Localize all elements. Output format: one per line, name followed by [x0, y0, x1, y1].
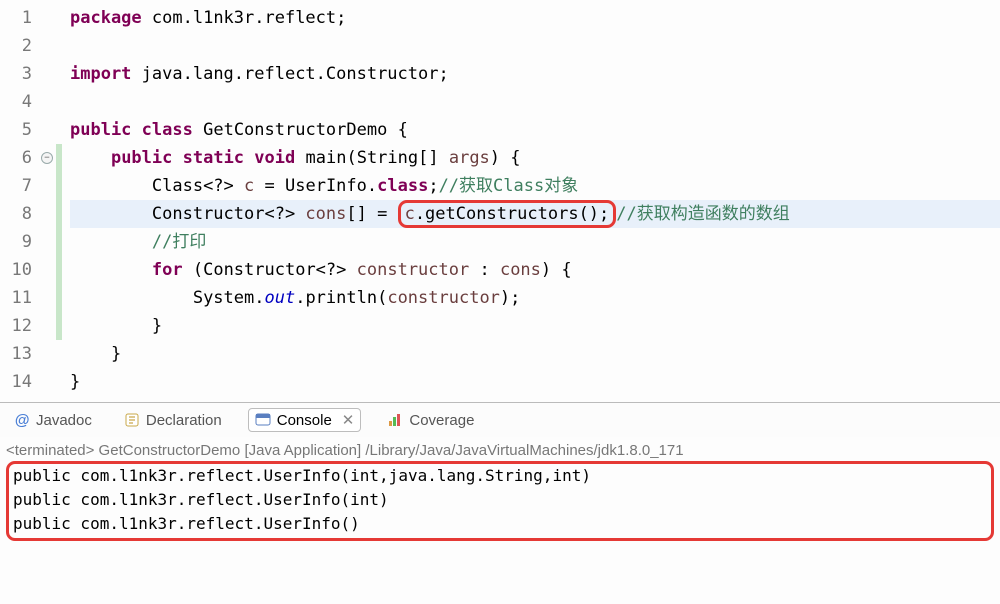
code-line — [70, 32, 1000, 60]
line-number: 5 — [0, 116, 32, 144]
line-number: 4 — [0, 88, 32, 116]
code-line: } — [70, 340, 1000, 368]
code-line: Class<?> c = UserInfo.class;//获取Class对象 — [70, 172, 1000, 200]
code-line: public class GetConstructorDemo { — [70, 116, 1000, 144]
line-number: 11 — [0, 284, 32, 312]
coverage-icon — [387, 412, 403, 428]
code-line: import java.lang.reflect.Constructor; — [70, 60, 1000, 88]
bottom-panel-tabs: @ Javadoc Declaration Console ✕ Coverage — [0, 403, 1000, 437]
line-number: 9 — [0, 228, 32, 256]
console-status: <terminated> GetConstructorDemo [Java Ap… — [6, 439, 994, 463]
console-panel[interactable]: <terminated> GetConstructorDemo [Java Ap… — [0, 437, 1000, 543]
code-editor[interactable]: 1 2 3 4 5 6 7 8 9 10 11 12 13 14 − packa… — [0, 0, 1000, 403]
declaration-icon — [124, 412, 140, 428]
code-line — [70, 88, 1000, 116]
coverage-gutter — [56, 4, 62, 396]
tab-declaration[interactable]: Declaration — [118, 410, 228, 431]
line-number-gutter: 1 2 3 4 5 6 7 8 9 10 11 12 13 14 — [0, 4, 42, 396]
code-line: //打印 — [70, 228, 1000, 256]
line-number: 8 — [0, 200, 32, 228]
tab-javadoc[interactable]: @ Javadoc — [8, 410, 98, 431]
code-area[interactable]: package com.l1nk3r.reflect; import java.… — [66, 4, 1000, 396]
tab-label: Javadoc — [36, 412, 92, 429]
code-line: package com.l1nk3r.reflect; — [70, 4, 1000, 32]
close-icon[interactable]: ✕ — [342, 411, 355, 429]
line-number: 1 — [0, 4, 32, 32]
code-line: public static void main(String[] args) { — [70, 144, 1000, 172]
console-line: public com.l1nk3r.reflect.UserInfo(int,j… — [13, 464, 987, 488]
code-line: System.out.println(constructor); — [70, 284, 1000, 312]
code-line: } — [70, 312, 1000, 340]
line-number: 12 — [0, 312, 32, 340]
tab-label: Coverage — [409, 412, 474, 429]
console-icon — [255, 412, 271, 428]
tab-console[interactable]: Console ✕ — [248, 408, 362, 432]
fold-toggle-icon[interactable]: − — [41, 152, 53, 164]
line-number: 2 — [0, 32, 32, 60]
line-number: 6 — [0, 144, 32, 172]
highlight-box-output: public com.l1nk3r.reflect.UserInfo(int,j… — [6, 461, 994, 541]
console-line: public com.l1nk3r.reflect.UserInfo(int) — [13, 488, 987, 512]
line-number: 13 — [0, 340, 32, 368]
highlight-box-getconstructors: c.getConstructors(); — [398, 200, 617, 228]
code-line: } — [70, 368, 1000, 396]
code-line: for (Constructor<?> constructor : cons) … — [70, 256, 1000, 284]
console-line: public com.l1nk3r.reflect.UserInfo() — [13, 512, 987, 536]
line-number: 7 — [0, 172, 32, 200]
tab-label: Declaration — [146, 412, 222, 429]
line-number: 10 — [0, 256, 32, 284]
tab-label: Console — [277, 412, 332, 429]
javadoc-icon: @ — [14, 412, 30, 428]
tab-coverage[interactable]: Coverage — [381, 410, 480, 431]
fold-gutter: − — [42, 4, 56, 396]
line-number: 14 — [0, 368, 32, 396]
code-line: Constructor<?> cons[] = c.getConstructor… — [70, 200, 1000, 228]
line-number: 3 — [0, 60, 32, 88]
